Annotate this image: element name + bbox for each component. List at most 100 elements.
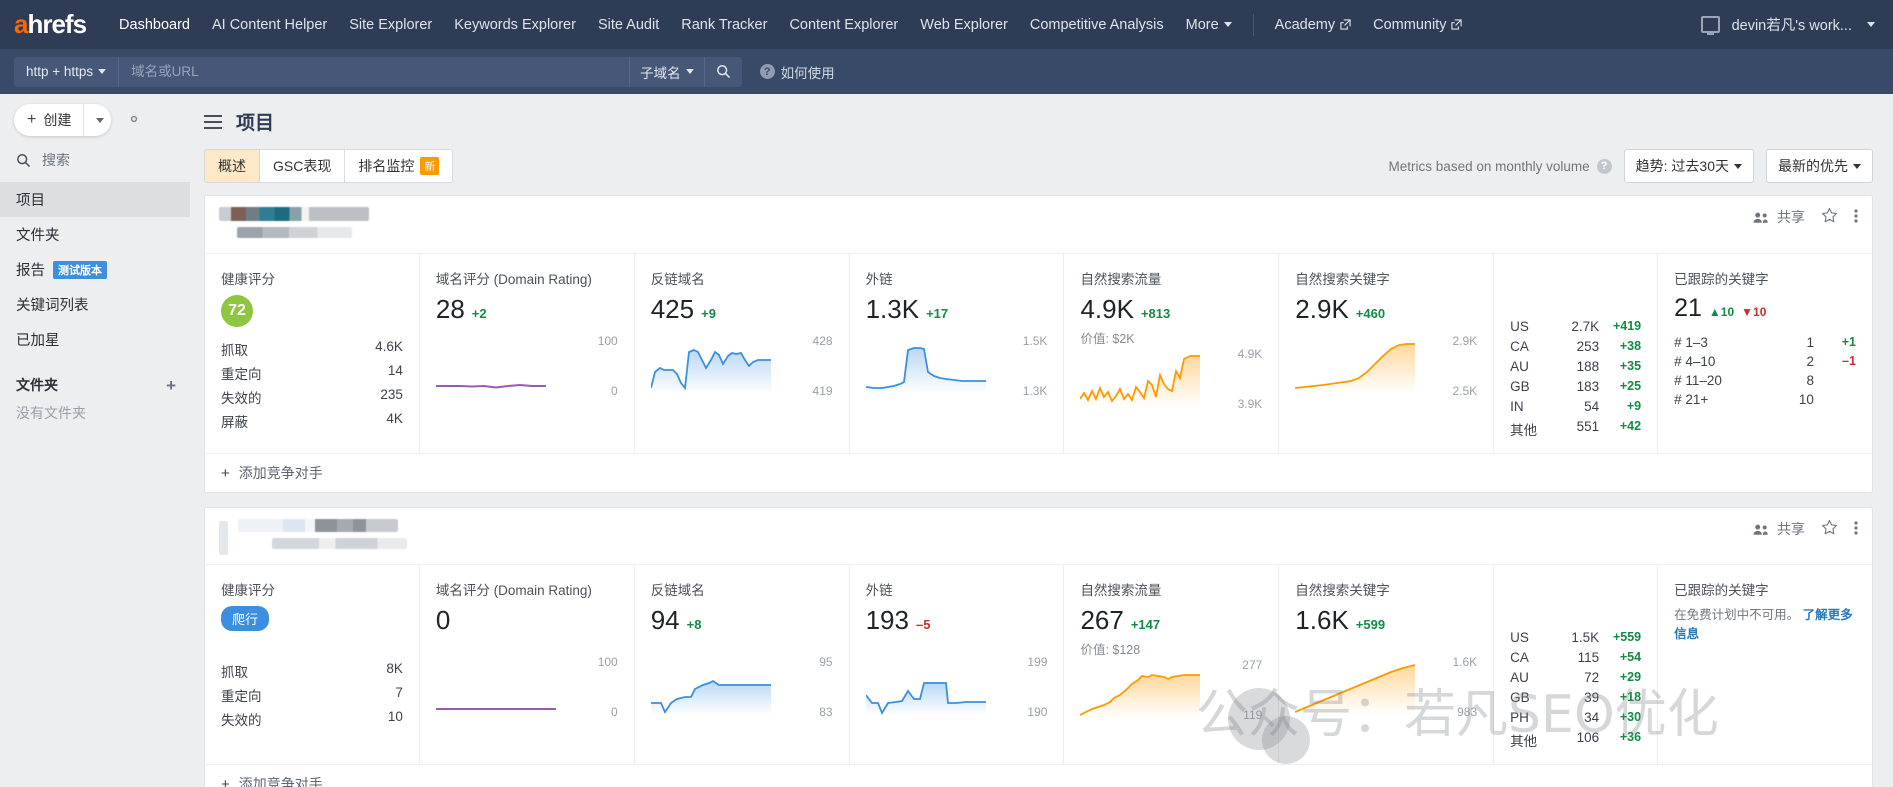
nav-keywords-explorer[interactable]: Keywords Explorer xyxy=(443,11,587,39)
site-explorer-search-bar: http + https 子域名 ? 如何使用 xyxy=(0,49,1893,94)
sidebar-top-actions: + 创建 xyxy=(0,104,190,136)
table-row: # 4–10 2 –1 xyxy=(1674,352,1856,371)
country-code: GB xyxy=(1510,378,1530,394)
tab-rank-monitoring[interactable]: 排名监控 新 xyxy=(345,150,453,182)
nav-community[interactable]: Community xyxy=(1362,11,1473,39)
nav-more-label: More xyxy=(1185,16,1219,33)
position-range: # 1–3 xyxy=(1674,334,1708,350)
protocol-select[interactable]: http + https xyxy=(14,56,120,87)
sparkline-svg xyxy=(865,346,986,394)
sidebar-item-folders[interactable]: 文件夹 xyxy=(0,217,190,252)
nav-site-explorer[interactable]: Site Explorer xyxy=(338,11,443,39)
backlinks-value: 193 xyxy=(865,605,909,635)
trend-range-label: 趋势: 过去30天 xyxy=(1635,158,1729,174)
health-row-value: 235 xyxy=(380,387,403,402)
monitor-icon[interactable] xyxy=(1700,16,1720,35)
search-submit-button[interactable] xyxy=(703,56,742,87)
referring-domains-delta: +8 xyxy=(686,617,702,632)
domain-rating-value: 0 xyxy=(435,605,451,635)
sidebar-item-projects[interactable]: 项目 xyxy=(0,182,190,217)
create-dropdown-button[interactable] xyxy=(83,104,111,136)
add-competitor-button[interactable]: + 添加竞争对手 xyxy=(221,463,323,483)
organic-keywords-column: 自然搜索关键字 2.9K +460 2.9K 2.5K xyxy=(1279,254,1495,453)
list-item: 重定向 7 xyxy=(221,683,403,707)
country-traffic: 1.5K xyxy=(1571,629,1600,645)
nav-content-explorer[interactable]: Content Explorer xyxy=(778,11,909,39)
chevron-down-icon xyxy=(1223,22,1232,28)
sidebar-item-label: 项目 xyxy=(16,193,45,209)
position-count: 1 xyxy=(1806,334,1814,350)
sidebar-item-starred[interactable]: 已加星 xyxy=(0,322,190,357)
organic-keywords-delta: +599 xyxy=(1355,617,1386,632)
nav-dashboard[interactable]: Dashboard xyxy=(108,11,201,39)
trend-range-select[interactable]: 趋势: 过去30天 xyxy=(1623,149,1754,183)
add-competitor-button[interactable]: + 添加竞争对手 xyxy=(221,774,323,787)
add-competitor-label: 添加竞争对手 xyxy=(238,465,323,481)
axis-min-label: 0 xyxy=(611,383,618,398)
sidebar-item-keyword-lists[interactable]: 关键词列表 xyxy=(0,287,190,322)
referring-domains-value: 425 xyxy=(650,294,695,324)
sort-order-select[interactable]: 最新的优先 xyxy=(1766,149,1873,183)
country-code: 其他 xyxy=(1510,422,1538,438)
sparkline-svg xyxy=(650,348,771,394)
star-button[interactable] xyxy=(1821,207,1838,227)
star-button[interactable] xyxy=(1821,519,1838,539)
sidebar-search[interactable]: 搜索 xyxy=(0,136,190,182)
country-traffic: 54 xyxy=(1584,398,1600,414)
more-options-button[interactable] xyxy=(1854,520,1858,539)
health-row-value: 4.6K xyxy=(375,339,403,354)
help-icon[interactable]: ? xyxy=(1596,158,1612,174)
tab-overview[interactable]: 概述 xyxy=(205,150,260,182)
nav-web-explorer[interactable]: Web Explorer xyxy=(909,11,1019,39)
scope-select[interactable]: 子域名 xyxy=(629,56,704,87)
workspace-selector[interactable]: devin若凡's work... xyxy=(1732,14,1875,35)
country-code: PH xyxy=(1510,709,1529,725)
ahrefs-logo[interactable]: a hrefs xyxy=(14,9,87,40)
share-button[interactable]: 共享 xyxy=(1753,519,1805,539)
health-row-value: 14 xyxy=(387,363,403,378)
toolbar-right-group: Metrics based on monthly volume ? 趋势: 过去… xyxy=(1389,149,1873,183)
organic-traffic-delta: +813 xyxy=(1140,306,1171,321)
how-to-use-label: 如何使用 xyxy=(780,65,835,81)
plus-icon: + xyxy=(221,775,230,787)
health-row-label: 重定向 xyxy=(221,367,262,382)
axis-max-label: 95 xyxy=(819,654,833,669)
sidebar: + 创建 搜索 项目 文件夹 报告 测试版本 关键词列表 已加星 文件夹 + 没… xyxy=(0,94,190,787)
nav-rank-tracker[interactable]: Rank Tracker xyxy=(670,11,778,39)
nav-site-audit[interactable]: Site Audit xyxy=(587,11,670,39)
tab-gsc-performance[interactable]: GSC表现 xyxy=(260,150,346,182)
collapse-toggle[interactable] xyxy=(219,521,228,555)
topnav-right-group: devin若凡's work... xyxy=(1700,14,1875,35)
create-button[interactable]: + 创建 xyxy=(14,104,83,136)
hamburger-icon[interactable] xyxy=(204,111,222,133)
referring-domains-column: 反链域名 94 +8 95 83 xyxy=(635,565,850,764)
position-delta: +1 xyxy=(1841,334,1856,349)
chevron-down-icon xyxy=(96,117,105,123)
organic-traffic-value-row: 4.9K +813 xyxy=(1080,295,1262,324)
position-delta: –1 xyxy=(1842,353,1856,368)
how-to-use-link[interactable]: ? 如何使用 xyxy=(759,62,835,82)
project-title-redacted[interactable] xyxy=(219,207,369,244)
project-card-header: 共享 xyxy=(205,196,1872,254)
workspace-label: devin若凡's work... xyxy=(1731,18,1852,34)
add-folder-button[interactable]: + xyxy=(166,377,176,394)
tab-label: 排名监控 xyxy=(358,158,415,174)
nav-ai-content-helper[interactable]: AI Content Helper xyxy=(201,11,338,39)
more-options-button[interactable] xyxy=(1854,208,1858,227)
project-card-header: 共享 xyxy=(205,508,1872,565)
plus-icon: + xyxy=(27,111,37,128)
axis-max-label: 1.5K xyxy=(1022,333,1048,348)
organic-keywords-column: 自然搜索关键字 1.6K +599 1.6K 983 xyxy=(1279,565,1495,764)
settings-button[interactable] xyxy=(125,110,143,131)
nav-more[interactable]: More xyxy=(1175,11,1243,39)
project-title-redacted[interactable] xyxy=(238,519,407,555)
redacted-line xyxy=(237,227,352,238)
domain-rating-delta: +2 xyxy=(471,306,487,321)
tracked-keywords-column: 已跟踪的关键字 在免费计划中不可用。 了解更多信息 xyxy=(1658,565,1872,764)
share-button[interactable]: 共享 xyxy=(1753,207,1805,227)
sidebar-item-reports[interactable]: 报告 测试版本 xyxy=(0,252,190,287)
position-range: # 11–20 xyxy=(1674,372,1722,388)
nav-competitive-analysis[interactable]: Competitive Analysis xyxy=(1019,11,1175,39)
search-input[interactable] xyxy=(119,56,630,87)
nav-academy[interactable]: Academy xyxy=(1264,11,1362,39)
